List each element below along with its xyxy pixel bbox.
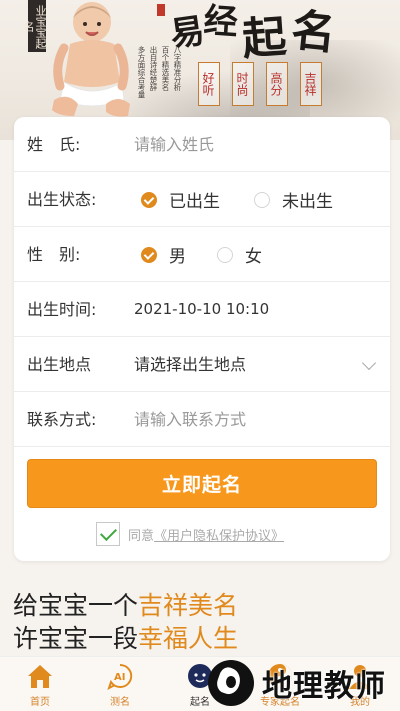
agreement-checkbox[interactable] [96,522,120,546]
birth-time-row: 出生时间: 2021-10-10 10:10 [14,282,390,337]
radio-unchecked-icon [217,246,233,263]
nav-item-test-name[interactable]: AI 测名 [80,657,160,711]
birth-place-select[interactable]: 请选择出生地点 [134,337,246,392]
ai-icon: AI [107,663,133,690]
watermark: 地理教师 [208,655,400,711]
red-seal-decoration [157,4,165,16]
banner-attribute-badge: 高分 [266,62,288,106]
privacy-policy-link[interactable]: 《用户隐私保护协议》 [154,525,284,544]
radio-male-label: 男 [169,247,186,267]
banner-attribute-badge: 好听 [198,62,220,106]
slogan-text: 给宝宝一个 [13,591,139,620]
radio-born-label: 已出生 [169,192,220,212]
radio-female-label: 女 [245,247,262,267]
birth-place-row: 出生地点 请选择出生地点 [14,337,390,392]
contact-row: 联系方式: 请输入联系方式 [14,392,390,447]
nav-item-home[interactable]: 首页 [0,657,80,711]
banner-attribute-badge: 时尚 [232,62,254,106]
slogan-highlight: 幸福人生 [138,624,239,653]
slogan-text: 许宝宝一段 [13,624,139,653]
banner-poem-line: 多方面综合考量 [137,46,146,99]
birth-place-label: 出生地点 [27,355,92,374]
contact-input[interactable]: 请输入联系方式 [134,392,246,447]
agreement-prefix: 同意 [128,528,155,544]
home-icon [28,665,52,688]
surname-input[interactable]: 请输入姓氏 [134,117,214,172]
banner-poem-line: 出自诗经楚辞 [149,46,158,91]
radio-female[interactable]: 女 [217,227,262,282]
slogan-line: 许宝宝一段幸福人生 [13,622,238,655]
birth-status-row: 出生状态: 已出生 未出生 [14,172,390,227]
radio-male[interactable]: 男 [141,227,186,282]
slogan-highlight: 吉祥美名 [138,591,239,620]
banner-attribute-badge: 吉祥 [300,62,322,106]
banner-poem-line: 八字精准分析 [173,46,182,91]
watermark-text: 地理教师 [262,669,386,704]
banner-title-char: 经 [202,0,240,44]
baby-photo [52,2,130,117]
radio-unborn[interactable]: 未出生 [254,172,333,227]
gender-row: 性 别: 男 女 [14,227,390,282]
naming-form-card: 姓 氏: 请输入姓氏 出生状态: 已出生 未出生 性 别: 男 女 出生时间: … [14,117,390,561]
start-naming-button[interactable]: 立即起名 [27,459,377,508]
surname-row: 姓 氏: 请输入姓氏 [14,117,390,172]
birth-time-label: 出生时间: [27,300,97,319]
svg-text:AI: AI [114,672,125,683]
radio-checked-icon [141,191,157,208]
birth-status-label: 出生状态: [27,190,97,209]
nav-label: 首页 [30,697,50,708]
radio-unborn-label: 未出生 [282,192,333,212]
radio-unchecked-icon [254,191,270,208]
slogan: 给宝宝一个吉祥美名 许宝宝一段幸福人生 [13,589,238,655]
banner-title-char: 名 [288,4,339,61]
radio-checked-icon [141,246,157,263]
watermark-logo-icon [208,660,254,706]
contact-label: 联系方式: [27,410,97,429]
birth-time-picker[interactable]: 2021-10-10 10:10 [134,282,269,337]
gender-label: 性 别: [27,245,81,264]
banner-title-char: 起 [240,11,289,66]
agreement-row: 同意 《用户隐私保护协议》 [96,521,284,547]
banner-vertical-tag: 业宝宝起名 [22,0,47,52]
slogan-line: 给宝宝一个吉祥美名 [13,589,238,622]
chevron-down-icon[interactable] [361,355,377,371]
nav-label: 测名 [110,697,130,708]
surname-label: 姓 氏: [27,135,81,154]
banner-poem-line: 百个精选美名 [161,46,170,91]
radio-born[interactable]: 已出生 [141,172,220,227]
